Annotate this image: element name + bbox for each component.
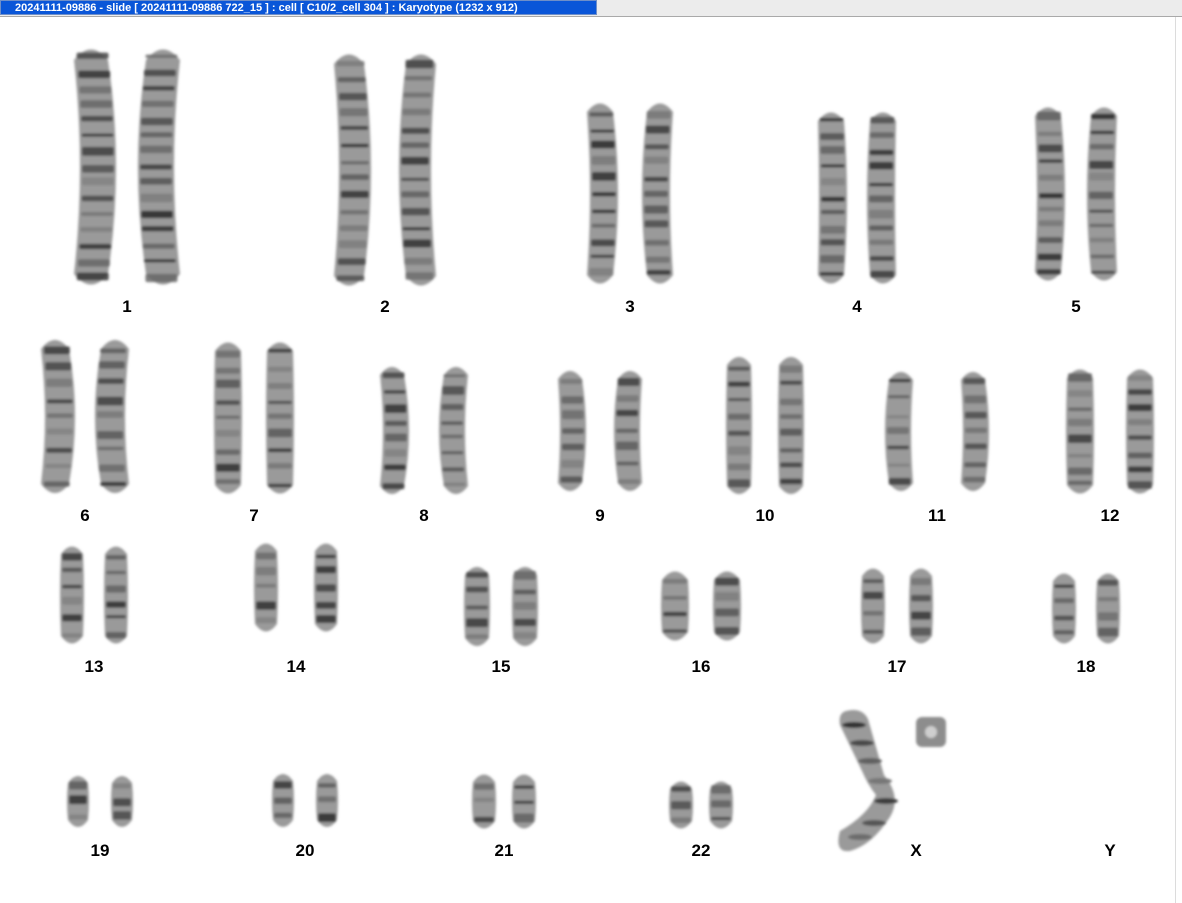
chromosome-10-b[interactable] [771,348,811,508]
chromosome-20-a[interactable] [265,766,301,840]
chromosome-7-b[interactable] [259,333,301,508]
chromosome-4-a[interactable] [808,103,854,298]
chromosome-label-8: 8 [419,506,429,525]
chromosome-5-b[interactable] [1080,98,1128,295]
chromosome-1-a[interactable] [59,38,123,301]
chromosome-15-b[interactable] [505,558,545,660]
chromosome-label-14: 14 [286,657,306,676]
chromosome-4-b[interactable] [860,103,906,298]
chromosome-18-a[interactable] [1045,565,1083,657]
chromosome-13-b[interactable] [97,538,135,657]
chromosome-label-19: 19 [90,841,110,860]
chromosome-19-b[interactable] [104,768,140,840]
chromosome-18-b[interactable] [1089,565,1127,657]
chromosome-label-13: 13 [84,657,104,676]
chromosome-5-a[interactable] [1024,98,1072,295]
chromosome-19-a[interactable] [60,768,96,840]
window-title-tab[interactable]: 20241111-09886 - slide [ 20241111-09886 … [0,0,597,15]
chromosome-label-12: 12 [1100,506,1120,525]
chromosome-22-b[interactable] [702,773,740,842]
chromosome-20-b[interactable] [309,766,345,840]
chromosome-16-a[interactable] [654,562,696,655]
chromosome-label-x: X [910,841,922,860]
chromosome-17-b[interactable] [902,560,940,657]
chromosome-label-16: 16 [691,657,711,676]
chromosome-14-a[interactable] [247,535,285,645]
chromosome-12-b[interactable] [1119,360,1161,508]
chromosome-8-a[interactable] [368,358,416,508]
chromosome-10-a[interactable] [719,348,759,508]
chromosome-label-10: 10 [755,506,775,525]
chromosome-label-22: 22 [691,841,711,860]
chromosome-13-a[interactable] [53,538,91,657]
chromosome-label-2: 2 [380,297,390,316]
chromosome-8-b[interactable] [432,358,480,508]
chromosome-21-a[interactable] [465,766,503,842]
chromosome-7-a[interactable] [207,333,249,508]
chromosome-label-17: 17 [887,657,907,676]
window-titlebar: 20241111-09886 - slide [ 20241111-09886 … [0,0,1182,17]
chromosome-3-a[interactable] [575,94,625,298]
chromosome-x-fragment[interactable] [912,713,952,758]
chromosome-1-b[interactable] [131,38,195,301]
chromosome-label-21: 21 [494,841,514,860]
chromosome-11-b[interactable] [950,363,996,505]
chromosome-label-18: 18 [1076,657,1096,676]
chromosome-12-a[interactable] [1059,360,1101,508]
chromosome-17-a[interactable] [854,560,892,657]
chromosome-label-15: 15 [491,657,511,676]
karyotype-panel: 1 2 3 4 5 6 7 8 9 10 11 12 13 14 15 16 17 18 19 20 21 22 X Y [0,17,1182,903]
chromosome-label-11: 11 [928,506,946,525]
chromosome-9-a[interactable] [547,362,593,505]
chromosome-label-4: 4 [852,297,862,316]
chromosome-label-20: 20 [295,841,315,860]
chromosome-6-b[interactable] [88,330,142,508]
chromosome-label-3: 3 [625,297,635,316]
chromosome-16-b[interactable] [706,562,748,655]
chromosome-15-a[interactable] [457,558,497,660]
window-title-text: 20241111-09886 - slide [ 20241111-09886 … [15,2,518,14]
chromosome-11-a[interactable] [878,363,924,505]
chromosome-label-5: 5 [1071,297,1081,316]
chromosome-label-y: Y [1104,841,1116,860]
chromosome-label-9: 9 [595,506,605,525]
chromosome-9-b[interactable] [607,362,653,505]
chromosome-2-a[interactable] [320,44,378,301]
chromosome-x[interactable] [832,705,912,860]
chromosome-14-b[interactable] [307,535,345,645]
chromosome-label-6: 6 [80,506,90,525]
chromosome-label-7: 7 [249,506,259,525]
chromosome-label-1: 1 [122,297,132,316]
chromosome-2-b[interactable] [392,44,450,301]
chromosome-3-b[interactable] [635,94,685,298]
chromosome-21-b[interactable] [505,766,543,842]
chromosome-6-a[interactable] [28,330,82,508]
chromosome-22-a[interactable] [662,773,700,842]
